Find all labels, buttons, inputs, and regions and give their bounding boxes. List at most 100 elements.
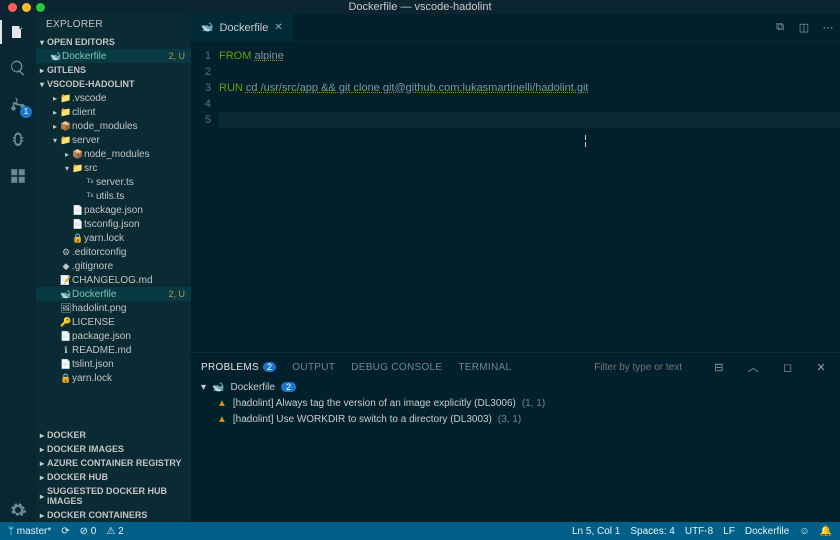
file-icon: 📁: [60, 93, 72, 104]
warnings-indicator[interactable]: ⚠ 2: [106, 526, 123, 537]
close-icon[interactable]: ✕: [274, 22, 282, 33]
text-editor[interactable]: 1 2 3 4 5 FROM alpine RUN cd /usr/src/ap…: [191, 42, 840, 352]
folder-item[interactable]: ▸📁.vscode: [36, 91, 191, 105]
maximize-panel-icon[interactable]: ◻: [779, 361, 796, 374]
problems-list: ▾ 🐋 Dockerfile 2 ▲ [hadolint] Always tag…: [191, 379, 840, 427]
file-item[interactable]: 🖼hadolint.png: [36, 301, 191, 315]
close-panel-icon[interactable]: ✕: [812, 361, 830, 374]
split-editor-icon[interactable]: ◫: [792, 14, 816, 41]
section-sdhi[interactable]: SUGGESTED DOCKER HUB IMAGES: [36, 484, 191, 508]
scm-activity[interactable]: 1: [6, 92, 30, 116]
search-activity[interactable]: [6, 56, 30, 80]
section-docker-images[interactable]: DOCKER IMAGES: [36, 442, 191, 456]
language-indicator[interactable]: Dockerfile: [745, 526, 789, 537]
problem-item[interactable]: ▲ [hadolint] Use WORKDIR to switch to a …: [201, 411, 830, 427]
item-label: .vscode: [72, 93, 191, 104]
tab-terminal[interactable]: TERMINAL: [458, 362, 511, 373]
section-gitlens[interactable]: GITLENS: [36, 63, 191, 77]
folder-item[interactable]: ▸📦node_modules: [36, 119, 191, 133]
section-acr[interactable]: AZURE CONTAINER REGISTRY: [36, 456, 191, 470]
feedback-icon[interactable]: ☺: [799, 526, 809, 537]
file-item[interactable]: 🔑LICENSE: [36, 315, 191, 329]
file-item[interactable]: 📝CHANGELOG.md: [36, 273, 191, 287]
extensions-activity[interactable]: [6, 164, 30, 188]
item-label: server: [72, 135, 191, 146]
folder-item[interactable]: ▸📦node_modules: [36, 147, 191, 161]
open-editor-item[interactable]: 🐋 Dockerfile 2, U: [36, 49, 191, 63]
sync-button[interactable]: ⟳: [61, 526, 69, 537]
tab-debug[interactable]: DEBUG CONSOLE: [351, 362, 442, 373]
problems-count: 2: [281, 382, 296, 392]
folder-item[interactable]: ▾📁server: [36, 133, 191, 147]
item-label: LICENSE: [72, 317, 191, 328]
window-title: Dockerfile — vscode-hadolint: [0, 1, 840, 13]
tab-dockerfile[interactable]: 🐋 Dockerfile ✕: [191, 14, 293, 41]
eol-indicator[interactable]: LF: [723, 526, 735, 537]
item-label: server.ts: [96, 177, 191, 188]
tab-problems[interactable]: PROBLEMS2: [201, 362, 276, 373]
item-label: .editorconfig: [72, 247, 191, 258]
file-icon: 🖼: [60, 303, 72, 314]
collapse-all-icon[interactable]: ⊟: [710, 361, 728, 374]
settings-gear[interactable]: [6, 498, 30, 522]
chevron-right-icon: ▸: [50, 94, 60, 103]
item-label: package.json: [72, 331, 191, 342]
file-icon: 📝: [60, 275, 72, 286]
item-label: CHANGELOG.md: [72, 275, 191, 286]
cursor-position[interactable]: Ln 5, Col 1: [572, 526, 620, 537]
problem-location: (1, 1): [522, 398, 545, 409]
file-icon: 📦: [72, 149, 84, 160]
file-item[interactable]: ◆.gitignore: [36, 259, 191, 273]
chevron-up-icon[interactable]: ︿: [744, 359, 763, 375]
problem-location: (3, 1): [498, 414, 521, 425]
file-item[interactable]: 📄package.json: [36, 203, 191, 217]
file-item[interactable]: 📄tsconfig.json: [36, 217, 191, 231]
indent-indicator[interactable]: Spaces: 4: [630, 526, 674, 537]
tab-output[interactable]: OUTPUT: [292, 362, 335, 373]
file-item[interactable]: 📄package.json: [36, 329, 191, 343]
filter-input[interactable]: [594, 362, 694, 373]
file-item[interactable]: 📄tslint.json: [36, 357, 191, 371]
branch-indicator[interactable]: ᛘ master*: [8, 526, 51, 537]
file-icon: 📁: [72, 163, 84, 174]
explorer-activity[interactable]: [6, 20, 30, 44]
debug-activity[interactable]: [6, 128, 30, 152]
file-item[interactable]: ⚙.editorconfig: [36, 245, 191, 259]
file-icon: ⚙: [60, 247, 72, 258]
problem-item[interactable]: ▲ [hadolint] Always tag the version of a…: [201, 395, 830, 411]
item-label: hadolint.png: [72, 303, 191, 314]
sidebar-title: EXPLORER: [36, 14, 191, 35]
encoding-indicator[interactable]: UTF-8: [685, 526, 713, 537]
git-status: 2, U: [168, 289, 191, 299]
section-docker-hub[interactable]: DOCKER HUB: [36, 470, 191, 484]
file-item[interactable]: 🐋Dockerfile2, U: [36, 287, 191, 301]
more-icon[interactable]: ⋯: [816, 14, 840, 41]
errors-indicator[interactable]: ⊘ 0: [80, 526, 97, 537]
file-icon: 🔒: [60, 373, 72, 384]
file-item[interactable]: 🔒yarn.lock: [36, 231, 191, 245]
item-label: utils.ts: [96, 191, 191, 202]
item-label: yarn.lock: [84, 233, 191, 244]
chevron-down-icon: ▾: [62, 164, 72, 173]
file-item[interactable]: ℹREADME.md: [36, 343, 191, 357]
folder-item[interactable]: ▾📁src: [36, 161, 191, 175]
section-open-editors[interactable]: OPEN EDITORS: [36, 35, 191, 49]
file-icon: ◆: [60, 261, 72, 272]
status-bar: ᛘ master* ⟳ ⊘ 0 ⚠ 2 Ln 5, Col 1 Spaces: …: [0, 522, 840, 540]
warning-icon: ▲: [217, 414, 227, 425]
bell-icon[interactable]: 🔔: [820, 526, 832, 537]
code-area[interactable]: FROM alpine RUN cd /usr/src/app && git c…: [219, 42, 840, 352]
section-containers[interactable]: DOCKER CONTAINERS: [36, 508, 191, 522]
file-item[interactable]: ᵀˢutils.ts: [36, 189, 191, 203]
problems-file-row[interactable]: ▾ 🐋 Dockerfile 2: [201, 379, 830, 395]
file-tree: ▸📁.vscode▸📁client▸📦node_modules▾📁server▸…: [36, 91, 191, 428]
section-project[interactable]: VSCODE-HADOLINT: [36, 77, 191, 91]
folder-item[interactable]: ▸📁client: [36, 105, 191, 119]
file-item[interactable]: ᵀˢserver.ts: [36, 175, 191, 189]
file-item[interactable]: 🔒yarn.lock: [36, 371, 191, 385]
tab-label: Dockerfile: [219, 22, 268, 34]
problems-filename: Dockerfile: [230, 382, 274, 393]
compare-icon[interactable]: ⧉: [768, 14, 792, 41]
file-icon: 📄: [72, 219, 84, 230]
section-docker[interactable]: DOCKER: [36, 428, 191, 442]
